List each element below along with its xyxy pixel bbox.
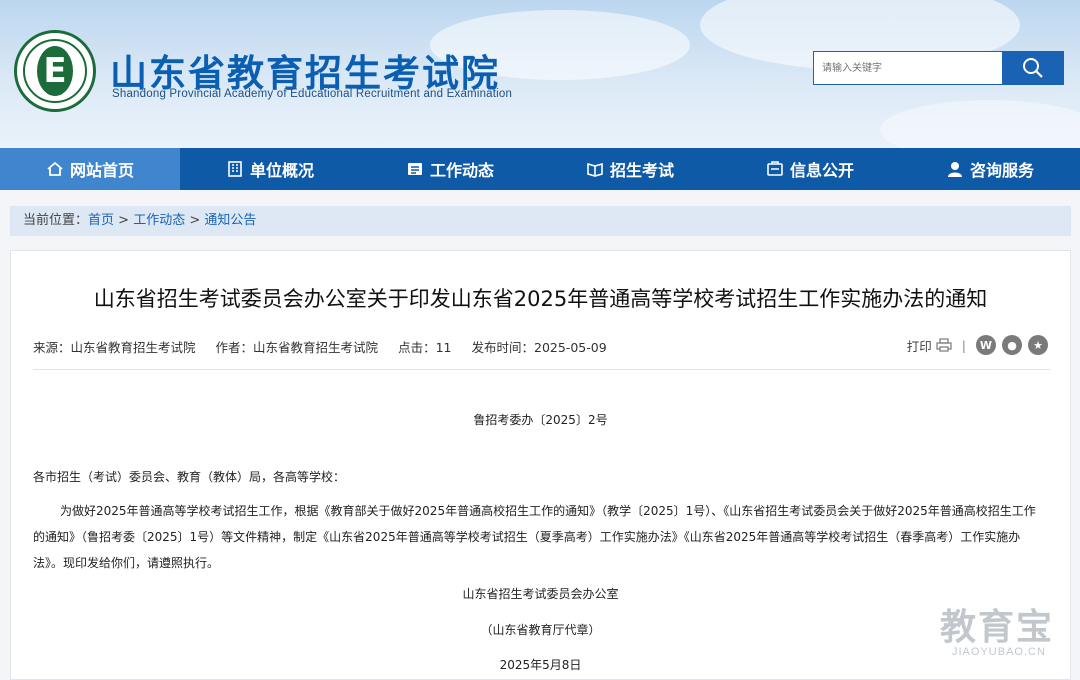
article-sign-date: 2025年5月8日 (499, 658, 582, 672)
nav-item-label: 信息公开 (789, 161, 854, 180)
meta-date-label: 发布时间： (471, 340, 534, 355)
nav-item-label: 网站首页 (69, 161, 134, 180)
site-subtitle: Shandong Provincial Academy of Education… (112, 88, 513, 100)
article-panel: 山东省招生考试委员会办公室关于印发山东省2025年普通高等学校考试招生工作实施办… (10, 250, 1071, 680)
weibo-icon[interactable]: W (976, 335, 996, 355)
meta-divider (33, 369, 1050, 370)
meta-clicks-label: 点击： (398, 340, 436, 355)
article-seal-note: （山东省教育厅代章） (480, 623, 601, 637)
meta-author: 作者：山东省教育招生考试院 (216, 337, 379, 356)
meta-clicks: 点击：11 (398, 337, 451, 356)
meta-date-value: 2025-05-09 (534, 340, 607, 355)
search-icon (1023, 58, 1043, 78)
main-nav: 网站首页 单位概况 工作动态 招生考试 信息公开 咨询服务 (0, 148, 1080, 190)
nav-item-about[interactable]: 单位概况 (180, 148, 360, 190)
nav-item-label: 咨询服务 (969, 161, 1034, 180)
meta-author-value: 山东省教育招生考试院 (253, 340, 379, 355)
site-logo[interactable]: E (14, 30, 96, 112)
nav-item-exam[interactable]: 招生考试 (540, 148, 720, 190)
search-input[interactable] (813, 51, 1002, 85)
breadcrumb-item-home[interactable]: 首页 (88, 213, 114, 228)
wechat-icon[interactable]: ● (1002, 335, 1022, 355)
article-salutation: 各市招生（考试）委员会、教育（教体）局，各高等学校： (33, 470, 346, 484)
article-body: 为做好2025年普通高等学校考试招生工作，根据《教育部关于做好2025年普通高校… (33, 504, 1036, 570)
home-icon (47, 161, 63, 176)
breadcrumb-item-news[interactable]: 工作动态 (133, 213, 185, 228)
site-header: E 山东省教育招生考试院 Shandong Provincial Academy… (0, 0, 1080, 148)
tools-separator: | (961, 337, 966, 353)
watermark-text: 教育宝 (940, 607, 1055, 648)
nav-item-home[interactable]: 网站首页 (0, 148, 180, 190)
nav-item-label: 单位概况 (249, 161, 314, 180)
breadcrumb-separator: > (114, 213, 134, 228)
meta-source-value: 山东省教育招生考试院 (70, 340, 196, 355)
print-button[interactable]: 打印 (907, 336, 952, 355)
document-number: 鲁招考委办〔2025〕2号 (473, 413, 608, 427)
breadcrumb: 当前位置：首页 > 工作动态 > 通知公告 (10, 206, 1071, 236)
article-meta: 来源：山东省教育招生考试院 作者：山东省教育招生考试院 点击：11 发布时间：2… (33, 337, 607, 356)
logo-letter: E (37, 46, 73, 96)
article-tools: 打印 | W ● ★ (907, 335, 1048, 355)
info-icon (767, 161, 783, 176)
watermark-logo: 教育宝 JIAOYUBAO.CN (940, 598, 1070, 658)
favorite-icon[interactable]: ★ (1028, 335, 1048, 355)
search-button[interactable] (1002, 51, 1064, 85)
meta-date: 发布时间：2025-05-09 (471, 337, 606, 356)
meta-clicks-value: 11 (435, 340, 452, 355)
search-box (813, 51, 1064, 85)
user-service-icon (947, 162, 962, 177)
meta-source-label: 来源： (33, 340, 71, 355)
printer-icon (936, 338, 952, 352)
nav-item-label: 招生考试 (609, 161, 674, 180)
meta-source: 来源：山东省教育招生考试院 (33, 337, 196, 356)
building-icon (228, 161, 242, 177)
header-cloud (880, 100, 1080, 148)
nav-item-info[interactable]: 信息公开 (720, 148, 900, 190)
article-signature: 山东省招生考试委员会办公室 (462, 587, 619, 601)
print-label: 打印 (906, 338, 932, 354)
nav-item-service[interactable]: 咨询服务 (900, 148, 1080, 190)
breadcrumb-separator: > (185, 213, 205, 228)
article-title: 山东省招生考试委员会办公室关于印发山东省2025年普通高等学校考试招生工作实施办… (93, 287, 988, 311)
meta-author-label: 作者： (215, 340, 254, 355)
breadcrumb-prefix: 当前位置： (23, 213, 89, 228)
nav-item-label: 工作动态 (429, 161, 494, 180)
book-icon (587, 162, 603, 177)
nav-item-news[interactable]: 工作动态 (360, 148, 540, 190)
breadcrumb-item-notice[interactable]: 通知公告 (204, 213, 256, 228)
news-icon (407, 163, 422, 175)
